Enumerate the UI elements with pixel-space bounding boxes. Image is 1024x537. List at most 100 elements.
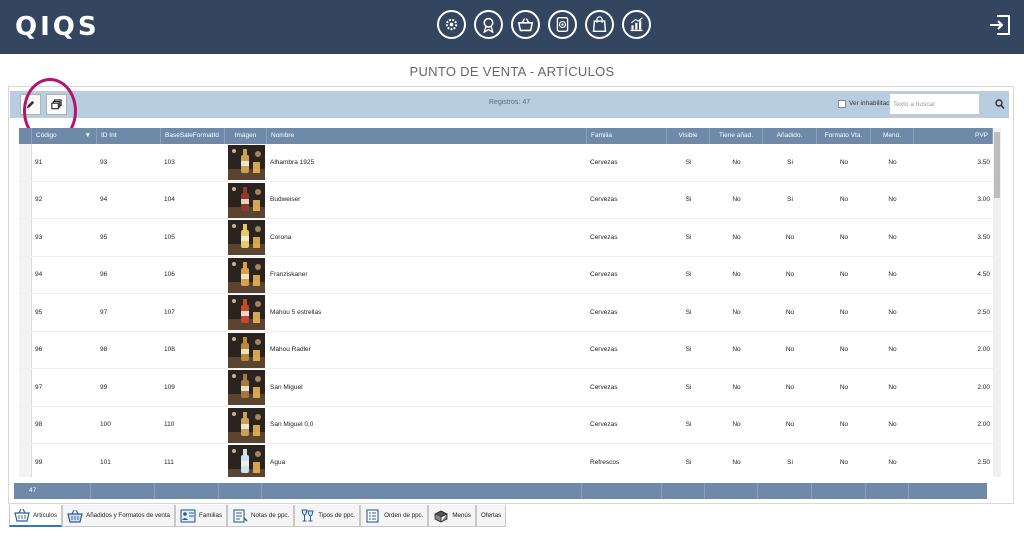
row-selector[interactable] (19, 144, 32, 181)
product-thumbnail (228, 182, 265, 218)
col-header-menu[interactable]: Menú. (871, 128, 914, 144)
top-bar: QIQS (0, 0, 1024, 54)
edit-button[interactable] (20, 94, 41, 115)
cell-id-int: 93 (100, 158, 108, 166)
cell-visible: Si (685, 458, 692, 466)
gear-icon[interactable] (437, 10, 466, 39)
cell-formato-vta: No (839, 308, 849, 316)
row-selector[interactable] (19, 369, 32, 406)
tab-anadidos-formatos[interactable]: Añadidos y Formatos de venta (62, 505, 175, 527)
grid-footer: 47 (14, 483, 987, 499)
cell-visible: Si (685, 158, 692, 166)
grid-toolbar: Registros: 47 Ver inhabilitados (10, 91, 1009, 118)
table-row[interactable]: 94 96 106 Franziskaner Cervezas Si No No No No 4.5… (19, 256, 993, 294)
row-selector[interactable] (19, 181, 32, 218)
cell-anadido: No (785, 271, 795, 279)
tab-articulos[interactable]: Artículos (9, 505, 63, 527)
col-header-familia[interactable]: Familia (587, 128, 667, 144)
table-row[interactable]: 91 93 103 Alhambra 1925 Cervezas Si No Si No No 3.… (19, 144, 993, 182)
cell-base-sale-format: 104 (164, 196, 175, 204)
cell-pvp: 2.00 (977, 383, 990, 391)
table-row[interactable]: 92 94 104 Budweiser Cervezas Si No Si No No 3.00 (19, 181, 993, 219)
basket-icon[interactable] (511, 10, 540, 39)
tab-familias[interactable]: Familias (175, 505, 228, 527)
col-header-visible[interactable]: Visible (667, 128, 710, 144)
cell-familia: Cervezas (590, 346, 618, 354)
cell-anadido: No (785, 421, 795, 429)
cell-nombre: Alhambra 1925 (270, 158, 315, 166)
cell-formato-vta: No (839, 196, 849, 204)
cell-tiene-anad: No (732, 346, 741, 354)
chart-icon[interactable] (622, 10, 651, 39)
cell-tiene-anad: No (732, 458, 741, 466)
cell-base-sale-format: 107 (164, 308, 175, 316)
tab-menus[interactable]: Menús (428, 505, 476, 527)
scrollbar-thumb[interactable] (994, 132, 1000, 198)
cell-base-sale-format: 103 (164, 158, 175, 166)
main-nav (437, 10, 651, 39)
tab-notas-ppc[interactable]: Notas de ppc. (227, 505, 295, 527)
basket-icon (14, 508, 30, 522)
table-row[interactable]: 95 97 107 Mahou 5 estrellas Cervezas Si No No No… (19, 294, 993, 332)
cell-formato-vta: No (839, 421, 849, 429)
cell-nombre: Agua (270, 458, 286, 466)
row-selector[interactable] (19, 256, 32, 293)
cell-familia: Refrescos (590, 458, 620, 466)
row-selector[interactable] (19, 406, 32, 443)
footer-cell (705, 483, 758, 499)
table-row[interactable]: 93 95 105 Corona Cervezas Si No No No No 3.50 (19, 219, 993, 257)
footer-cell (866, 483, 909, 499)
table-row[interactable]: 98 100 110 San Miguel 0,0 Cervezas Si No No No No… (19, 406, 993, 444)
row-selector[interactable] (19, 331, 32, 368)
cell-anadido: Si (787, 158, 793, 166)
tab-tipos-ppc[interactable]: Tipos de ppc. (294, 505, 361, 527)
cell-codigo: 96 (35, 346, 43, 354)
row-selector[interactable] (19, 444, 32, 477)
row-selector[interactable] (19, 219, 32, 256)
table-row[interactable]: 96 98 108 Mahou Radler Cervezas Si No No No No 2.0… (19, 331, 993, 369)
cell-tiene-anad: No (732, 421, 741, 429)
tab-orden-ppc[interactable]: Orden de ppc. (360, 505, 429, 527)
cell-formato-vta: No (839, 458, 849, 466)
cell-pvp: 3.50 (977, 158, 990, 166)
product-thumbnail (228, 332, 265, 368)
cell-anadido: No (785, 233, 795, 241)
col-header-nombre[interactable]: Nombre (267, 128, 587, 144)
search-input[interactable] (889, 93, 980, 115)
table-row[interactable]: 99 101 111 Agua Refrescos Si No Si No No 2.50 (19, 444, 993, 477)
basket-icon (67, 509, 83, 523)
cell-nombre: Mahou Radler (270, 346, 311, 354)
footer-cell (582, 483, 662, 499)
col-header-formato-vta[interactable]: Formato Vta. (817, 128, 871, 144)
cell-formato-vta: No (839, 383, 849, 391)
cell-visible: Si (685, 421, 692, 429)
cell-id-int: 95 (100, 233, 108, 241)
fingerprint-icon[interactable] (548, 10, 577, 39)
grid-scrollbar[interactable] (993, 128, 1001, 477)
col-header-codigo[interactable]: Código ▼ (32, 128, 97, 144)
tab-ofertas[interactable]: Ofertas (475, 505, 507, 527)
cell-anadido: Si (787, 196, 793, 204)
col-header-imagen[interactable]: Imágen (225, 128, 267, 144)
show-disabled-checkbox[interactable] (838, 100, 846, 108)
cell-codigo: 97 (35, 383, 43, 391)
cell-menu: No (888, 271, 897, 279)
cell-codigo: 95 (35, 308, 43, 316)
col-header-base-sale-format[interactable]: BaseSaleFormatId (161, 128, 225, 144)
product-thumbnail (228, 295, 265, 330)
cell-anadido: Si (787, 458, 793, 466)
cell-base-sale-format: 106 (164, 271, 175, 279)
duplicate-button[interactable] (46, 94, 67, 115)
logout-icon[interactable] (988, 14, 1012, 36)
award-icon[interactable] (474, 10, 503, 39)
col-header-anadido[interactable]: Añadido. (763, 128, 817, 144)
search-icon[interactable] (995, 97, 1005, 110)
cell-visible: Si (685, 196, 692, 204)
row-selector[interactable] (19, 294, 32, 331)
order-icon (366, 508, 379, 523)
col-header-tiene-anad[interactable]: Tiene añad. (710, 128, 763, 144)
col-header-id-int[interactable]: ID Int (97, 128, 161, 144)
shopping-bag-icon[interactable] (585, 10, 614, 39)
col-header-pvp[interactable]: PVP (914, 128, 993, 144)
table-row[interactable]: 97 99 109 San Miguel Cervezas Si No No No No 2.00 (19, 369, 993, 407)
